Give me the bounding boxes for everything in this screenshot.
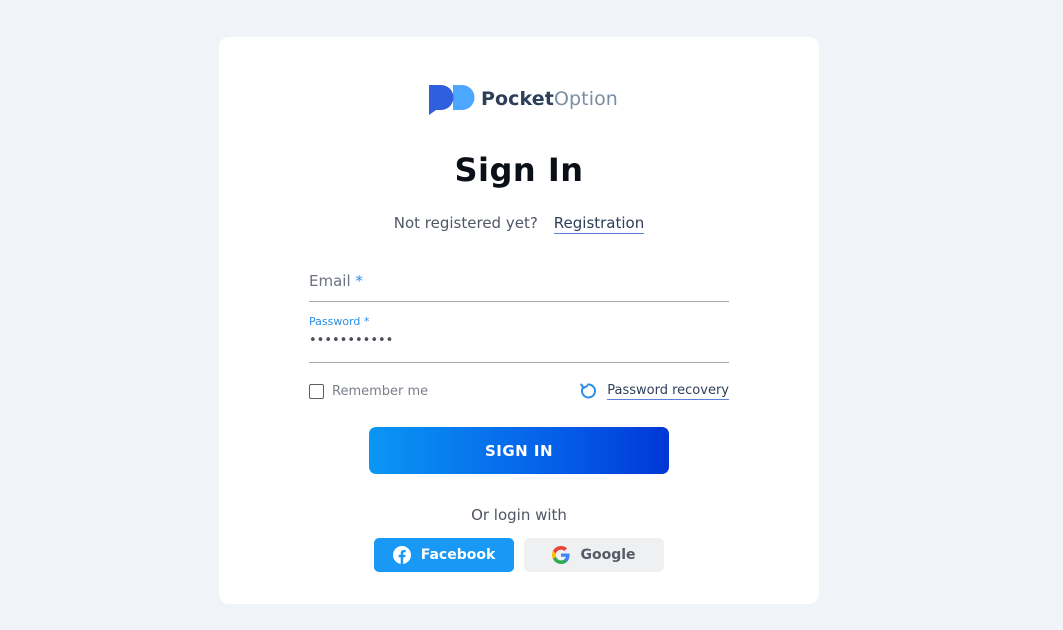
facebook-icon — [392, 546, 411, 564]
required-mark: * — [355, 272, 363, 290]
facebook-login-button[interactable]: Facebook — [374, 538, 514, 572]
refresh-icon — [580, 383, 597, 399]
google-login-button[interactable]: Google — [524, 538, 664, 572]
password-label: Password * — [309, 315, 370, 328]
remember-me-label: Remember me — [332, 384, 429, 399]
password-recovery-label: Password recovery — [607, 382, 729, 400]
brand-logo[interactable]: PocketOption — [427, 83, 618, 115]
registration-prompt: Not registered yet? Registration — [219, 214, 819, 234]
password-value: ••••••••••• — [309, 333, 394, 348]
remember-me-checkbox[interactable]: Remember me — [309, 384, 428, 399]
pocket-option-logo-icon — [429, 85, 475, 115]
google-icon — [552, 546, 571, 564]
page-title: Sign In — [454, 151, 584, 189]
brand-name: PocketOption — [481, 88, 618, 110]
google-label: Google — [580, 547, 636, 563]
facebook-label: Facebook — [420, 547, 496, 563]
login-card: PocketOption Sign In Not registered yet?… — [219, 37, 819, 604]
registration-link[interactable]: Registration — [553, 214, 645, 234]
email-field[interactable]: Email * — [309, 262, 729, 302]
checkbox-box[interactable] — [309, 384, 324, 399]
password-recovery-link[interactable]: Password recovery — [579, 382, 729, 400]
required-mark: * — [363, 315, 370, 328]
password-field[interactable]: Password * ••••••••••• — [309, 315, 729, 363]
or-login-with-text: Or login with — [471, 506, 567, 524]
not-registered-text: Not registered yet? — [393, 214, 538, 232]
email-label: Email * — [309, 272, 363, 290]
sign-in-button[interactable]: SIGN IN — [369, 427, 669, 474]
